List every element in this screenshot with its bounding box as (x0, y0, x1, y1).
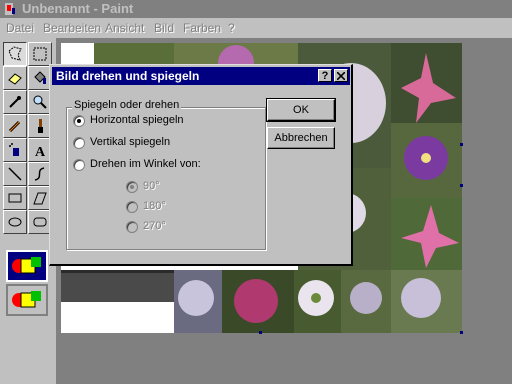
free-select-tool[interactable] (3, 42, 27, 66)
close-icon (337, 72, 345, 80)
flip-rotate-group (66, 107, 266, 250)
color-picker-tool[interactable] (3, 90, 27, 114)
radio-dot[interactable] (126, 201, 138, 213)
transparent-mode-icon (12, 291, 41, 308)
radio-label: 90° (143, 180, 160, 192)
eraser-icon (8, 73, 22, 85)
menu-ansicht[interactable]: Ansicht (105, 21, 144, 35)
ellipse-tool[interactable] (3, 210, 27, 234)
radio-label: 270° (143, 220, 166, 232)
magnifier-icon (33, 95, 47, 109)
rotate-flip-dialog: Bild drehen und spiegeln ? Spiegeln oder… (49, 64, 353, 266)
airbrush-tool[interactable] (3, 138, 27, 162)
close-button[interactable] (334, 69, 348, 82)
polygon-icon (33, 192, 47, 205)
radio-label: Drehen im Winkel von: (90, 158, 201, 170)
option-transparent[interactable] (6, 250, 48, 282)
pencil-tool[interactable] (3, 114, 27, 138)
paint-bucket-icon (34, 71, 46, 84)
paint-app-icon (5, 3, 15, 15)
radio-dot[interactable] (126, 221, 138, 233)
pencil-icon (8, 120, 21, 133)
resize-handle-right[interactable] (460, 143, 463, 146)
radio-dot[interactable] (126, 181, 138, 193)
opaque-mode-icon (12, 257, 41, 274)
menu-bild[interactable]: Bild (154, 21, 174, 35)
ok-button[interactable]: OK (266, 98, 336, 122)
dialog-title-bar: Bild drehen und spiegeln ? (52, 67, 350, 85)
rounded-rect-icon (33, 217, 47, 227)
radio-label: 180° (143, 200, 166, 212)
help-button[interactable]: ? (318, 69, 332, 82)
eraser-tool[interactable] (3, 66, 27, 90)
rect-select-tool[interactable] (28, 42, 52, 66)
rectangle-icon (8, 193, 22, 203)
menu-bearbeiten[interactable]: Bearbeiten (43, 21, 101, 35)
radio-dot[interactable] (73, 159, 85, 171)
resize-handle-bottom[interactable] (259, 331, 262, 334)
eyedropper-icon (9, 96, 21, 108)
radio-dot[interactable] (73, 115, 85, 127)
window-title: Unbenannt - Paint (22, 1, 134, 16)
line-tool[interactable] (3, 162, 27, 186)
line-icon (8, 167, 22, 181)
free-select-icon (8, 46, 22, 61)
text-icon: A (35, 145, 46, 158)
resize-handle-right-mid[interactable] (460, 184, 463, 187)
brush-icon (38, 119, 43, 133)
radio-dot[interactable] (73, 137, 85, 149)
resize-handle-corner[interactable] (460, 331, 463, 334)
rectangle-tool[interactable] (3, 186, 27, 210)
rect-select-icon (33, 47, 47, 61)
menu-bar: Datei Bearbeiten Ansicht Bild Farben ? (0, 18, 512, 38)
radio-label: Horizontal spiegeln (90, 114, 184, 126)
toolbox: A (0, 38, 56, 384)
curve-icon (34, 167, 45, 181)
menu-help[interactable]: ? (228, 21, 235, 35)
menu-farben[interactable]: Farben (183, 21, 221, 35)
svg-text:A: A (35, 145, 46, 158)
option-opaque[interactable] (6, 284, 48, 316)
ellipse-icon (8, 217, 22, 227)
cancel-button[interactable]: Abbrechen (267, 127, 335, 149)
title-bar: Unbenannt - Paint (0, 0, 512, 18)
airbrush-icon (9, 143, 19, 156)
group-label: Spiegeln oder drehen (72, 99, 182, 111)
radio-label: Vertikal spiegeln (90, 136, 171, 148)
dialog-title: Bild drehen und spiegeln (56, 69, 200, 83)
menu-datei[interactable]: Datei (6, 21, 34, 35)
